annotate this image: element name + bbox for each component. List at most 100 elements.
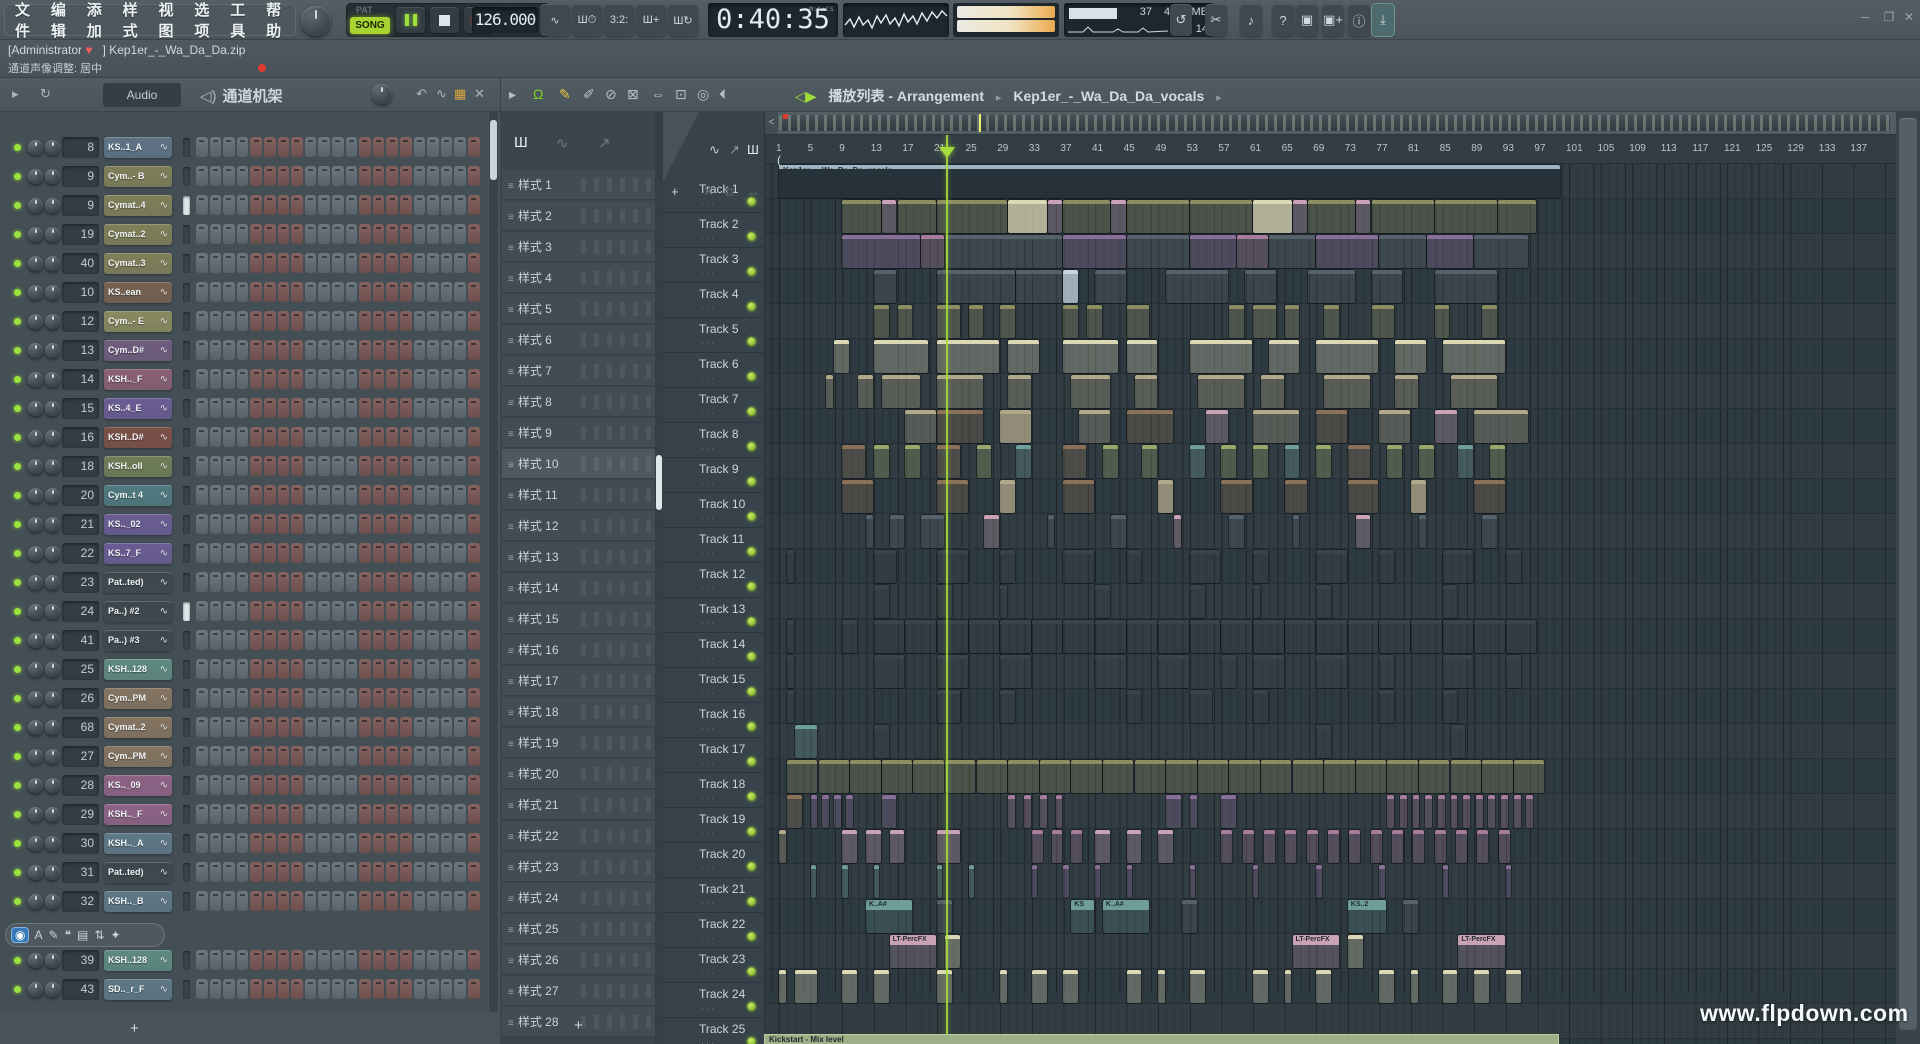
step-cell[interactable] bbox=[373, 224, 385, 244]
clip[interactable] bbox=[1166, 270, 1228, 303]
clip[interactable] bbox=[866, 515, 873, 548]
step-cell[interactable] bbox=[291, 804, 303, 824]
playlist-tool-5[interactable]: ⊠ bbox=[627, 86, 639, 103]
step-cell[interactable] bbox=[441, 224, 453, 244]
clip[interactable] bbox=[834, 795, 841, 828]
step-cell[interactable] bbox=[223, 775, 235, 795]
clip[interactable] bbox=[1182, 900, 1197, 933]
step-cell[interactable] bbox=[250, 282, 262, 302]
step-cell[interactable] bbox=[441, 311, 453, 331]
step-cell[interactable] bbox=[454, 282, 466, 302]
pat-mode-label[interactable]: PAT bbox=[356, 5, 373, 15]
step-cell[interactable] bbox=[318, 717, 330, 737]
rack-swing-knob[interactable] bbox=[372, 84, 392, 104]
clip[interactable] bbox=[1324, 305, 1339, 338]
step-cell[interactable] bbox=[332, 950, 344, 970]
step-cell[interactable] bbox=[400, 979, 412, 999]
step-cell[interactable] bbox=[291, 833, 303, 853]
step-cell[interactable] bbox=[305, 950, 317, 970]
step-cell[interactable] bbox=[223, 311, 235, 331]
channel-enable-led[interactable] bbox=[14, 347, 21, 354]
track-header[interactable]: Track 4··· bbox=[663, 283, 765, 318]
track-header[interactable]: Track 21··· bbox=[663, 878, 765, 913]
step-cell[interactable] bbox=[454, 688, 466, 708]
channel-button[interactable]: Cymat..3∿ bbox=[104, 253, 172, 274]
step-cell[interactable] bbox=[250, 572, 262, 592]
step-cell[interactable] bbox=[250, 195, 262, 215]
channel-volume-knob[interactable] bbox=[45, 807, 60, 822]
clip[interactable] bbox=[1087, 305, 1102, 338]
step-cell[interactable] bbox=[414, 659, 426, 679]
step-cell[interactable] bbox=[210, 282, 222, 302]
step-cell[interactable] bbox=[468, 717, 480, 737]
channel-number-display[interactable]: 30 bbox=[62, 833, 99, 854]
channel-level-slider[interactable] bbox=[183, 225, 190, 244]
clip[interactable] bbox=[1198, 760, 1229, 793]
pattern-item[interactable]: ≡样式 1 bbox=[502, 170, 655, 200]
clip[interactable] bbox=[1071, 375, 1110, 408]
step-cell[interactable] bbox=[237, 862, 249, 882]
channel-number-display[interactable]: 26 bbox=[62, 688, 99, 709]
playlist-track-lane[interactable] bbox=[765, 374, 1896, 409]
step-cell[interactable] bbox=[278, 340, 290, 360]
step-cell[interactable] bbox=[223, 572, 235, 592]
toolbar-button-Ш+[interactable]: Ш+ bbox=[636, 4, 666, 36]
time-display[interactable]: 0:40:35 M:S:CS bbox=[708, 3, 838, 37]
clip[interactable] bbox=[1063, 480, 1094, 513]
clip[interactable] bbox=[842, 235, 920, 268]
step-cell[interactable] bbox=[468, 775, 480, 795]
rack-loop-icon[interactable]: ↻ bbox=[40, 86, 51, 102]
step-cell[interactable] bbox=[264, 572, 276, 592]
step-cell[interactable] bbox=[373, 282, 385, 302]
channel-button[interactable]: KS..ean∿ bbox=[104, 282, 172, 303]
step-cell[interactable] bbox=[223, 833, 235, 853]
step-cell[interactable] bbox=[414, 746, 426, 766]
step-cell[interactable] bbox=[223, 601, 235, 621]
clip[interactable] bbox=[1395, 375, 1418, 408]
clip[interactable] bbox=[1095, 865, 1100, 898]
step-cell[interactable] bbox=[223, 224, 235, 244]
clip[interactable] bbox=[1127, 865, 1132, 898]
step-cell[interactable] bbox=[210, 659, 222, 679]
clip[interactable] bbox=[1387, 795, 1394, 828]
step-cell[interactable] bbox=[427, 572, 439, 592]
clip[interactable] bbox=[937, 690, 960, 723]
step-cell[interactable] bbox=[237, 514, 249, 534]
step-cell[interactable] bbox=[332, 369, 344, 389]
step-cell[interactable] bbox=[291, 572, 303, 592]
step-cell[interactable] bbox=[250, 369, 262, 389]
step-cell[interactable] bbox=[196, 195, 208, 215]
step-cell[interactable] bbox=[454, 862, 466, 882]
clip[interactable] bbox=[1476, 795, 1483, 828]
clip[interactable] bbox=[1316, 620, 1347, 653]
step-cell[interactable] bbox=[318, 979, 330, 999]
step-cell[interactable] bbox=[373, 543, 385, 563]
step-cell[interactable] bbox=[305, 775, 317, 795]
step-cell[interactable] bbox=[210, 427, 222, 447]
step-cell[interactable] bbox=[264, 166, 276, 186]
step-cell[interactable] bbox=[332, 746, 344, 766]
clip[interactable] bbox=[1316, 445, 1331, 478]
clip[interactable] bbox=[1221, 620, 1252, 653]
step-cell[interactable] bbox=[332, 630, 344, 650]
channel-volume-knob[interactable] bbox=[45, 256, 60, 271]
playlist-track-lane[interactable] bbox=[765, 234, 1896, 269]
clip[interactable] bbox=[977, 760, 1008, 793]
playlist-track-lane[interactable] bbox=[765, 724, 1896, 759]
channel-volume-knob[interactable] bbox=[45, 517, 60, 532]
step-cell[interactable] bbox=[332, 833, 344, 853]
step-cell[interactable] bbox=[414, 166, 426, 186]
step-cell[interactable] bbox=[250, 688, 262, 708]
channel-enable-led[interactable] bbox=[14, 318, 21, 325]
clip[interactable] bbox=[1229, 305, 1244, 338]
channel-number-display[interactable]: 40 bbox=[62, 253, 99, 274]
clip[interactable] bbox=[1379, 620, 1410, 653]
step-cell[interactable] bbox=[359, 891, 371, 911]
step-cell[interactable] bbox=[373, 340, 385, 360]
step-cell[interactable] bbox=[468, 862, 480, 882]
track-header[interactable]: Track 8··· bbox=[663, 423, 765, 458]
clip[interactable] bbox=[1349, 830, 1360, 863]
step-cell[interactable] bbox=[196, 543, 208, 563]
step-cell[interactable] bbox=[454, 543, 466, 563]
step-cell[interactable] bbox=[210, 543, 222, 563]
